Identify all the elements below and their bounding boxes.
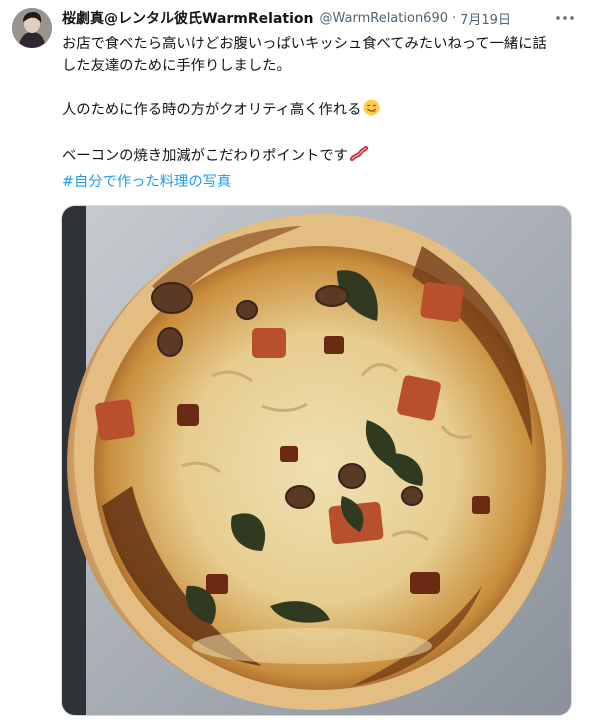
bacon-emoji — [349, 145, 369, 169]
author-display-name[interactable]: 桜劇真@レンタル彼氏WarmRelation — [62, 8, 313, 28]
tweet-text: お店で食べたら高いけどお腹いっぱいキッシュ食べてみたいねって一緒に話 した友達の… — [62, 33, 582, 169]
tweet: 桜劇真@レンタル彼氏WarmRelation @WarmRelation690 … — [0, 0, 596, 720]
tweet-text-line-4: ベーコンの焼き加減がこだわりポイントです — [62, 145, 582, 169]
tweet-date[interactable]: 7月19日 — [460, 9, 511, 28]
avatar[interactable] — [12, 8, 52, 48]
tweet-text-line: 人のために作る時の方がクオリティ高く作れる — [62, 102, 362, 118]
quiche-photo-illustration — [62, 206, 571, 715]
separator-dot: · — [452, 10, 457, 26]
author-handle[interactable]: @WarmRelation690 — [319, 11, 448, 26]
tweet-text-line: した友達のために手作りしました。 — [62, 58, 291, 74]
tweet-text-line: お店で食べたら高いけどお腹いっぱいキッシュ食べてみたいねって一緒に話 — [62, 36, 547, 52]
tweet-photo[interactable] — [61, 205, 572, 716]
tweet-header: 桜劇真@レンタル彼氏WarmRelation @WarmRelation690 … — [62, 8, 511, 28]
more-options-icon[interactable] — [554, 8, 576, 28]
smiling-face-savoring-food-emoji — [363, 99, 380, 123]
hashtag-link[interactable]: #自分で作った料理の写真 — [62, 171, 231, 193]
tweet-text-line-3: 人のために作る時の方がクオリティ高く作れる — [62, 99, 582, 123]
tweet-text-line: ベーコンの焼き加減がこだわりポイントです — [62, 148, 348, 164]
